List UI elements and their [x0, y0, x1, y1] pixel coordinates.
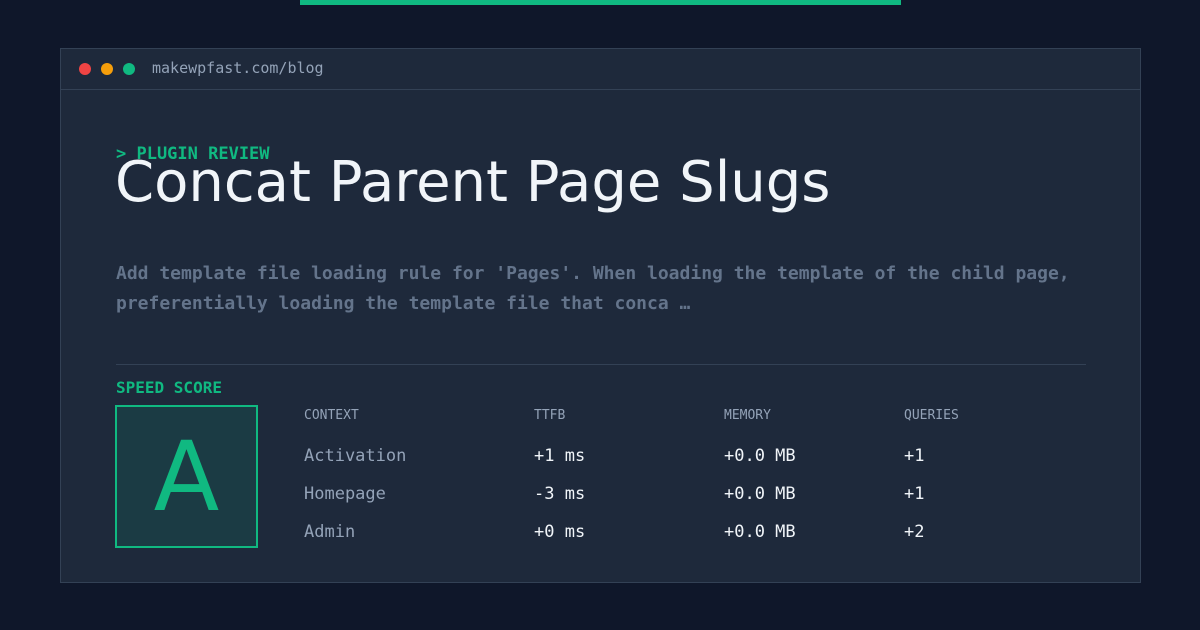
article-description: Add template file loading rule for 'Page… — [116, 263, 1070, 314]
row-homepage-context: Homepage — [304, 484, 386, 504]
row-activation-queries: +1 — [904, 446, 925, 466]
row-homepage-queries: +1 — [904, 484, 925, 504]
row-activation-ttfb: +1 ms — [534, 446, 586, 466]
row-admin-context: Admin — [304, 522, 356, 542]
top-accent-bar — [300, 0, 901, 5]
row-admin-memory: +0.0 MB — [724, 522, 796, 542]
page-title: Concat Parent Page Slugs — [115, 150, 831, 215]
column-header-memory: MEMORY — [724, 408, 771, 423]
browser-window: makewpfast.com/blog > PLUGIN REVIEW Conc… — [60, 48, 1141, 583]
row-admin-queries: +2 — [904, 522, 925, 542]
minimize-dot-icon — [101, 63, 113, 75]
maximize-dot-icon — [123, 63, 135, 75]
speed-grade-box: A — [115, 405, 258, 548]
row-activation-memory: +0.0 MB — [724, 446, 796, 466]
row-admin-ttfb: +0 ms — [534, 522, 586, 542]
row-homepage-ttfb: -3 ms — [534, 484, 586, 504]
url-text: makewpfast.com/blog — [152, 59, 324, 77]
close-dot-icon — [79, 63, 91, 75]
row-homepage-memory: +0.0 MB — [724, 484, 796, 504]
speed-grade: A — [153, 420, 220, 533]
section-divider — [116, 364, 1086, 365]
column-header-ttfb: TTFB — [534, 408, 566, 423]
speed-score-label: SPEED SCORE — [116, 378, 222, 397]
column-header-queries: QUERIES — [904, 408, 959, 423]
row-activation-context: Activation — [304, 446, 407, 466]
window-titlebar: makewpfast.com/blog — [61, 49, 1140, 90]
column-header-context: CONTEXT — [304, 408, 359, 423]
